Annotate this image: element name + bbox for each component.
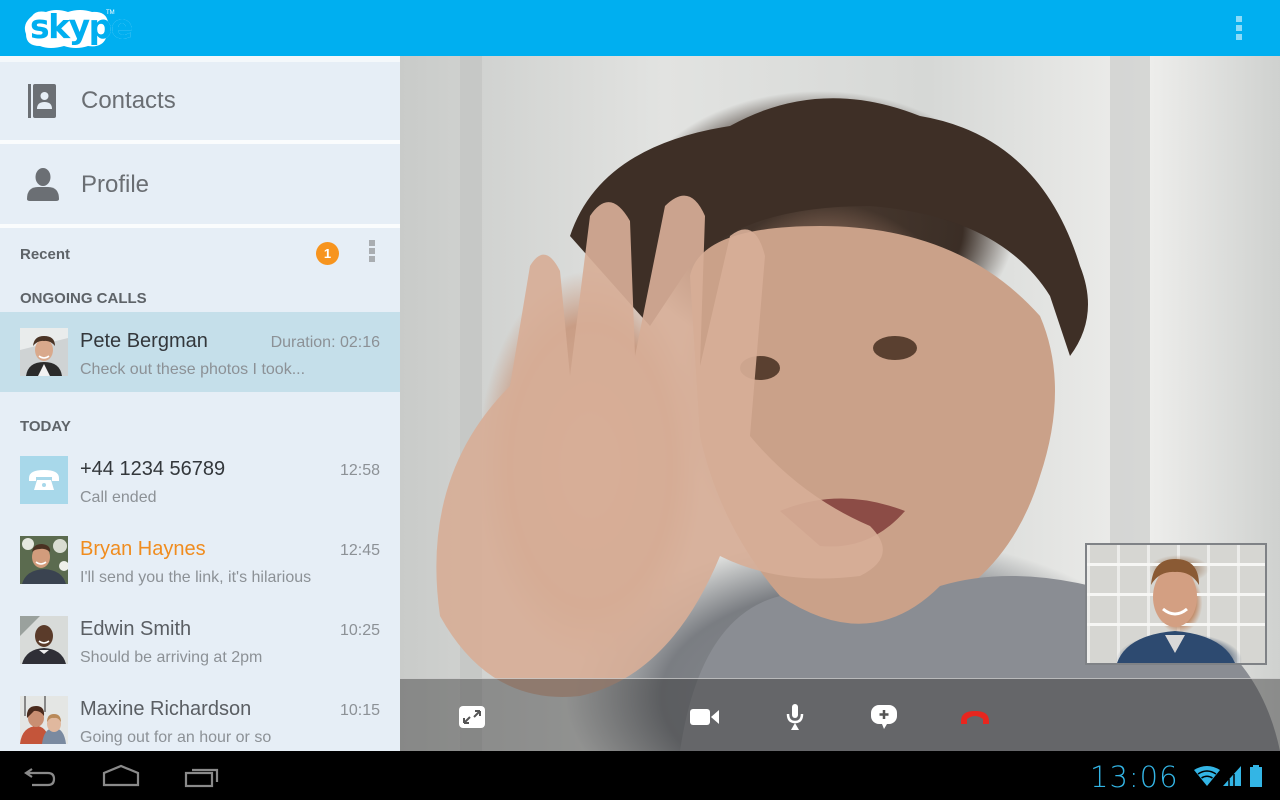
phone-icon (20, 456, 68, 504)
hang-up-icon (961, 711, 989, 724)
end-call-button[interactable] (958, 703, 992, 731)
system-clock: 13:06 (1090, 760, 1179, 794)
unread-badge[interactable]: 1 (316, 242, 339, 265)
last-message: Check out these photos I took... (80, 361, 306, 378)
recent-header: Recent 1 (0, 232, 400, 276)
edwin-smith-avatar (20, 616, 68, 664)
contact-name: Maxine Richardson (80, 698, 252, 720)
self-view-illustration (1117, 559, 1235, 663)
back-button[interactable] (22, 763, 58, 789)
overflow-dot (1236, 34, 1242, 40)
recent-overflow-menu-button[interactable] (369, 240, 375, 262)
chat-add-icon (871, 705, 897, 729)
ongoing-call-row[interactable]: Pete Bergman Duration: 02:16 Check out t… (0, 312, 400, 392)
overflow-dot (369, 256, 375, 262)
video-toggle-button[interactable] (688, 703, 722, 731)
call-controls-bar (400, 678, 1280, 751)
sidebar-item-profile[interactable]: Profile (0, 146, 400, 224)
add-message-button[interactable] (867, 703, 901, 731)
divider (0, 224, 400, 228)
timestamp: 12:45 (339, 542, 380, 559)
mute-button[interactable] (778, 703, 812, 731)
call-duration: Duration: 02:16 (270, 334, 380, 351)
action-bar: skype TM (0, 0, 1280, 56)
system-navigation-bar: 13:06 (0, 751, 1280, 800)
wifi-icon (1194, 766, 1220, 786)
back-icon (24, 768, 56, 787)
signal-icon (1223, 766, 1241, 786)
contact-name: Pete Bergman (80, 330, 208, 352)
sidebar: Contacts Profile Recent 1 ONGOING CALLS (0, 56, 400, 751)
self-view-video[interactable]: Self view video preview (1085, 543, 1267, 665)
section-header-ongoing-calls: ONGOING CALLS (20, 290, 147, 307)
timestamp: 10:15 (339, 702, 380, 719)
microphone-icon (786, 704, 804, 730)
recent-apps-icon (184, 768, 219, 788)
video-camera-icon (690, 709, 719, 725)
overflow-dot (369, 240, 375, 246)
recent-title: Recent (20, 246, 71, 263)
pete-bergman-avatar (20, 328, 68, 376)
recent-item[interactable]: Maxine Richardson 10:15 Going out for an… (0, 680, 400, 751)
section-header-today: TODAY (20, 418, 71, 435)
battery-icon (1250, 765, 1262, 787)
last-message: Going out for an hour or so (80, 729, 272, 746)
home-button[interactable] (102, 763, 140, 789)
divider (0, 140, 400, 144)
remote-video-feed[interactable]: Remote participant video feed (Pete Berg… (400, 56, 1280, 751)
timestamp: 12:58 (339, 462, 380, 479)
recent-apps-button[interactable] (184, 763, 220, 789)
logo-text: skype (30, 7, 133, 46)
contact-name: +44 1234 56789 (80, 458, 226, 480)
recent-item[interactable]: Edwin Smith 10:25 Should be arriving at … (0, 600, 400, 680)
recent-item[interactable]: Bryan Haynes 12:45 I'll send you the lin… (0, 520, 400, 600)
overflow-dot (1236, 16, 1242, 22)
sidebar-item-label: Contacts (81, 87, 176, 114)
fullscreen-button[interactable] (455, 703, 489, 731)
recent-item[interactable]: +44 1234 56789 12:58 Call ended (0, 440, 400, 520)
last-message: I'll send you the link, it's hilarious (80, 569, 312, 586)
overflow-dot (369, 248, 375, 254)
overflow-dot (1236, 25, 1242, 31)
contact-name: Edwin Smith (80, 618, 192, 640)
bryan-haynes-avatar (20, 536, 68, 584)
sidebar-item-label: Profile (81, 171, 150, 198)
last-message: Call ended (80, 489, 157, 506)
home-icon (102, 764, 140, 787)
overflow-menu-button[interactable] (1236, 16, 1242, 40)
sidebar-item-contacts[interactable]: Contacts (0, 62, 400, 140)
last-message: Should be arriving at 2pm (80, 649, 263, 666)
contacts-book-icon (28, 84, 56, 118)
fullscreen-icon (459, 706, 485, 728)
person-icon (27, 168, 59, 201)
contact-name: Bryan Haynes (80, 538, 206, 560)
maxine-richardson-avatar (20, 696, 68, 744)
timestamp: 10:25 (339, 622, 380, 639)
